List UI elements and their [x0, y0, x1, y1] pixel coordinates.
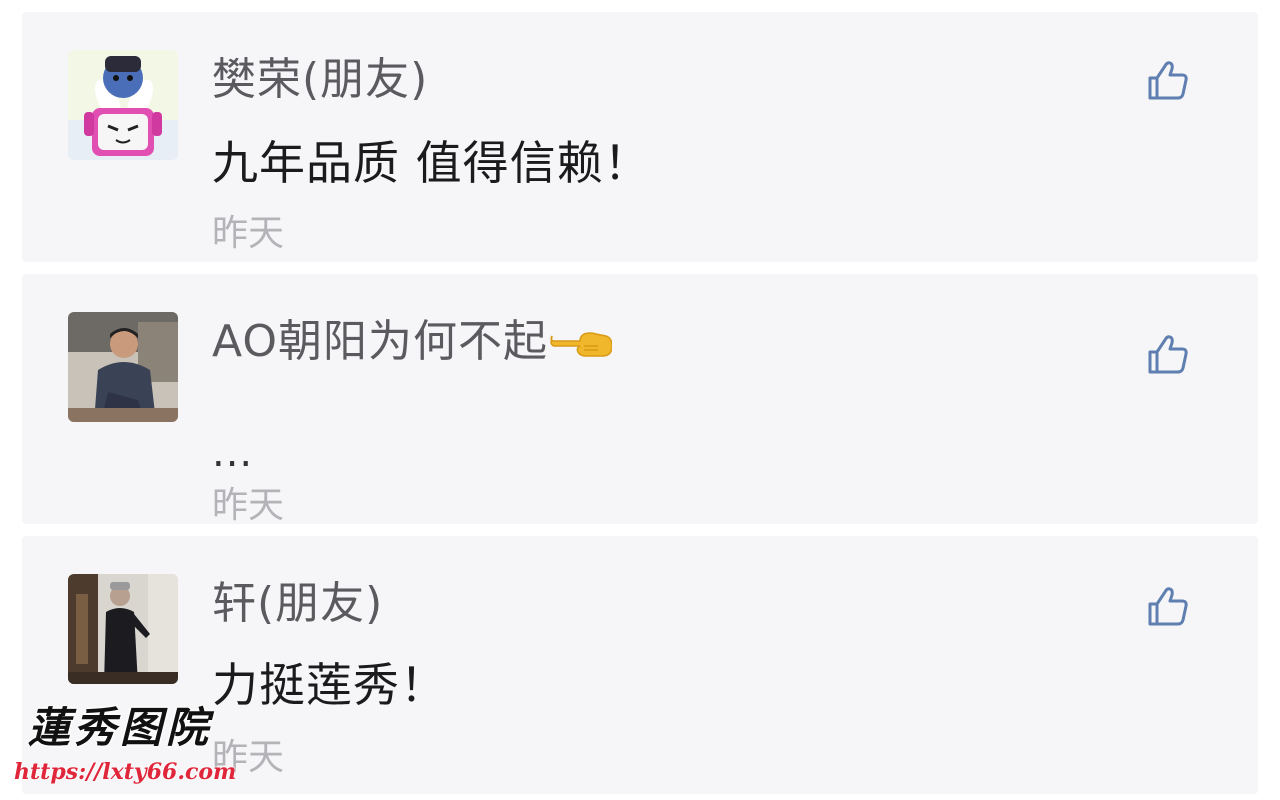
comment-item: AO朝阳为何不起 ... 昨天	[22, 274, 1258, 526]
commenter-name[interactable]: 轩(朋友)	[212, 576, 383, 632]
comment-text: ...	[212, 430, 254, 476]
commenter-name-text: AO朝阳为何不起	[212, 316, 548, 367]
watermark-url: https://lxty66.com	[14, 759, 237, 785]
pointing-left-hand-emoji	[550, 316, 613, 372]
comment-item: 樊荣(朋友) 九年品质 值得信赖！ 昨天	[22, 12, 1258, 262]
watermark: 蓮秀图院 https://lxty66.com	[14, 700, 244, 796]
man-photo-avatar-image	[68, 312, 178, 422]
comment-time: 昨天	[212, 485, 285, 526]
thumbs-up-icon[interactable]	[1146, 58, 1190, 102]
cartoon-bunny-avatar-image	[68, 50, 178, 160]
commenter-name[interactable]: AO朝阳为何不起	[212, 314, 613, 372]
thumbs-up-icon[interactable]	[1146, 584, 1190, 628]
commenter-name[interactable]: 樊荣(朋友)	[212, 52, 428, 108]
comment-text: 九年品质 值得信赖！	[212, 136, 651, 190]
comments-page: 樊荣(朋友) 九年品质 值得信赖！ 昨天 AO朝阳为何不起 ... 昨天 轩(朋…	[0, 0, 1280, 800]
man-street-photo-avatar-image	[68, 574, 178, 684]
comment-text: 力挺莲秀！	[212, 658, 447, 712]
avatar[interactable]	[68, 312, 178, 422]
avatar[interactable]	[68, 574, 178, 684]
avatar[interactable]	[68, 50, 178, 160]
comment-time: 昨天	[212, 213, 285, 254]
thumbs-up-icon[interactable]	[1146, 332, 1190, 376]
watermark-title: 蓮秀图院	[28, 703, 213, 752]
